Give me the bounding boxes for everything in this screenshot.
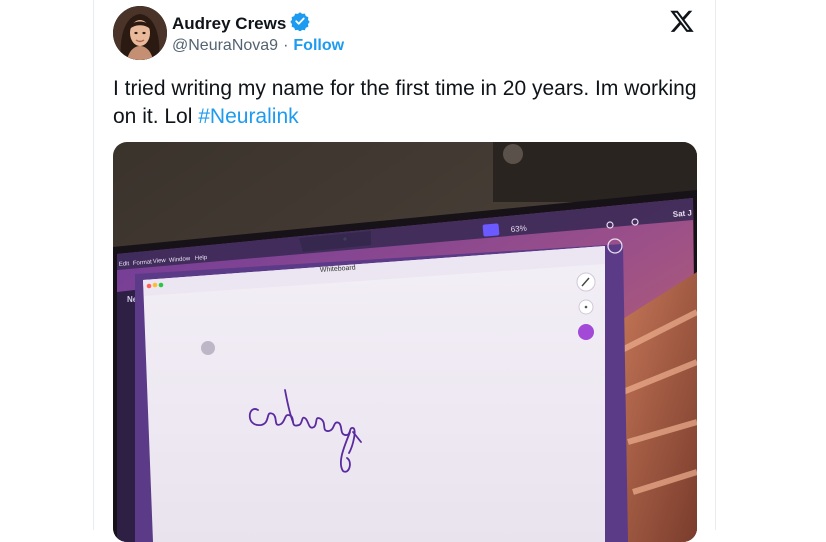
follow-button[interactable]: Follow — [293, 37, 344, 55]
author-name[interactable]: Audrey Crews — [172, 14, 286, 34]
author-handle[interactable]: @NeuraNova9 — [172, 37, 278, 55]
hashtag-link[interactable]: #Neuralink — [198, 105, 298, 128]
svg-text:Help: Help — [195, 255, 208, 262]
photo-battery-text: 63% — [510, 224, 527, 234]
card-border-left — [93, 0, 94, 530]
separator-dot: · — [283, 37, 289, 54]
tweet-photo[interactable]: Edit Format View Window Help 63% Sat J N… — [113, 142, 697, 542]
photo-date-text: Sat J — [672, 208, 692, 219]
tweet-text: I tried writing my name for the first ti… — [113, 75, 703, 131]
handle-row: @NeuraNova9 · Follow — [172, 37, 344, 55]
svg-text:View: View — [153, 258, 167, 265]
card-border-right — [715, 0, 716, 530]
svg-text:Edit: Edit — [119, 261, 130, 268]
x-logo-icon[interactable] — [669, 8, 695, 34]
author-name-row: Audrey Crews — [172, 11, 310, 36]
avatar[interactable] — [113, 6, 167, 60]
verified-badge-icon — [290, 11, 310, 36]
